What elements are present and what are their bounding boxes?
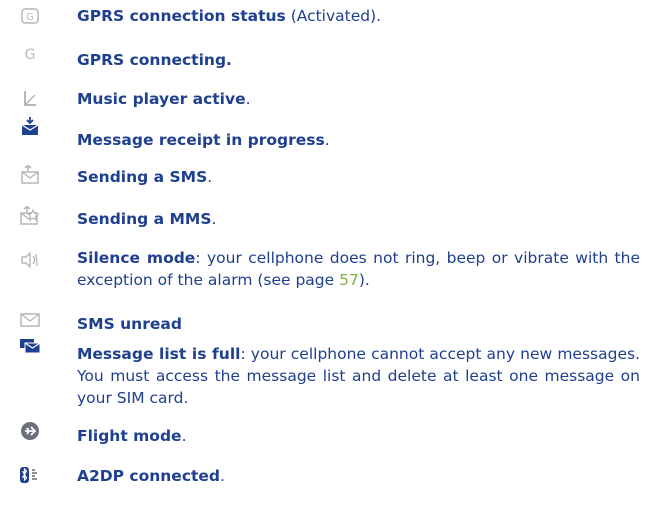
message-receipt-icon — [18, 115, 42, 137]
item-label: A2DP connected — [77, 467, 221, 485]
item-description: . — [207, 168, 213, 186]
item-description-end: ). — [358, 271, 370, 289]
flight-mode-icon — [18, 420, 42, 442]
sending-sms-icon — [18, 164, 42, 186]
item-label: Message list is full — [77, 345, 241, 363]
item-description: (Activated). — [285, 7, 382, 25]
item-label: Silence mode — [77, 249, 196, 267]
item-label: Flight mode — [77, 427, 182, 445]
item-label: GPRS connection status — [77, 7, 286, 25]
silence-mode-icon — [18, 249, 42, 271]
music-player-icon — [18, 87, 42, 109]
sms-unread-icon — [18, 309, 42, 331]
item-description: . — [220, 467, 225, 485]
item-label: Sending a MMS — [77, 210, 212, 228]
message-list-full-icon — [18, 335, 42, 357]
sending-mms-icon — [18, 205, 42, 227]
item-label: Message receipt in progress — [77, 131, 325, 149]
svg-text:G: G — [26, 12, 34, 23]
item-label: GPRS connecting. — [77, 51, 232, 69]
page-reference-link[interactable]: 57 — [339, 271, 359, 289]
svg-text:G: G — [25, 47, 36, 62]
gprs-activated-icon: G — [18, 5, 42, 27]
a2dp-connected-icon — [18, 464, 42, 486]
item-description: . — [245, 90, 251, 108]
item-label: Sending a SMS — [77, 168, 208, 186]
item-description: . — [324, 131, 330, 149]
item-description: . — [181, 427, 187, 445]
item-label: Music player active — [77, 90, 246, 108]
item-label: SMS unread — [77, 315, 182, 333]
item-description: . — [211, 210, 217, 228]
gprs-connecting-icon: G — [18, 43, 42, 65]
